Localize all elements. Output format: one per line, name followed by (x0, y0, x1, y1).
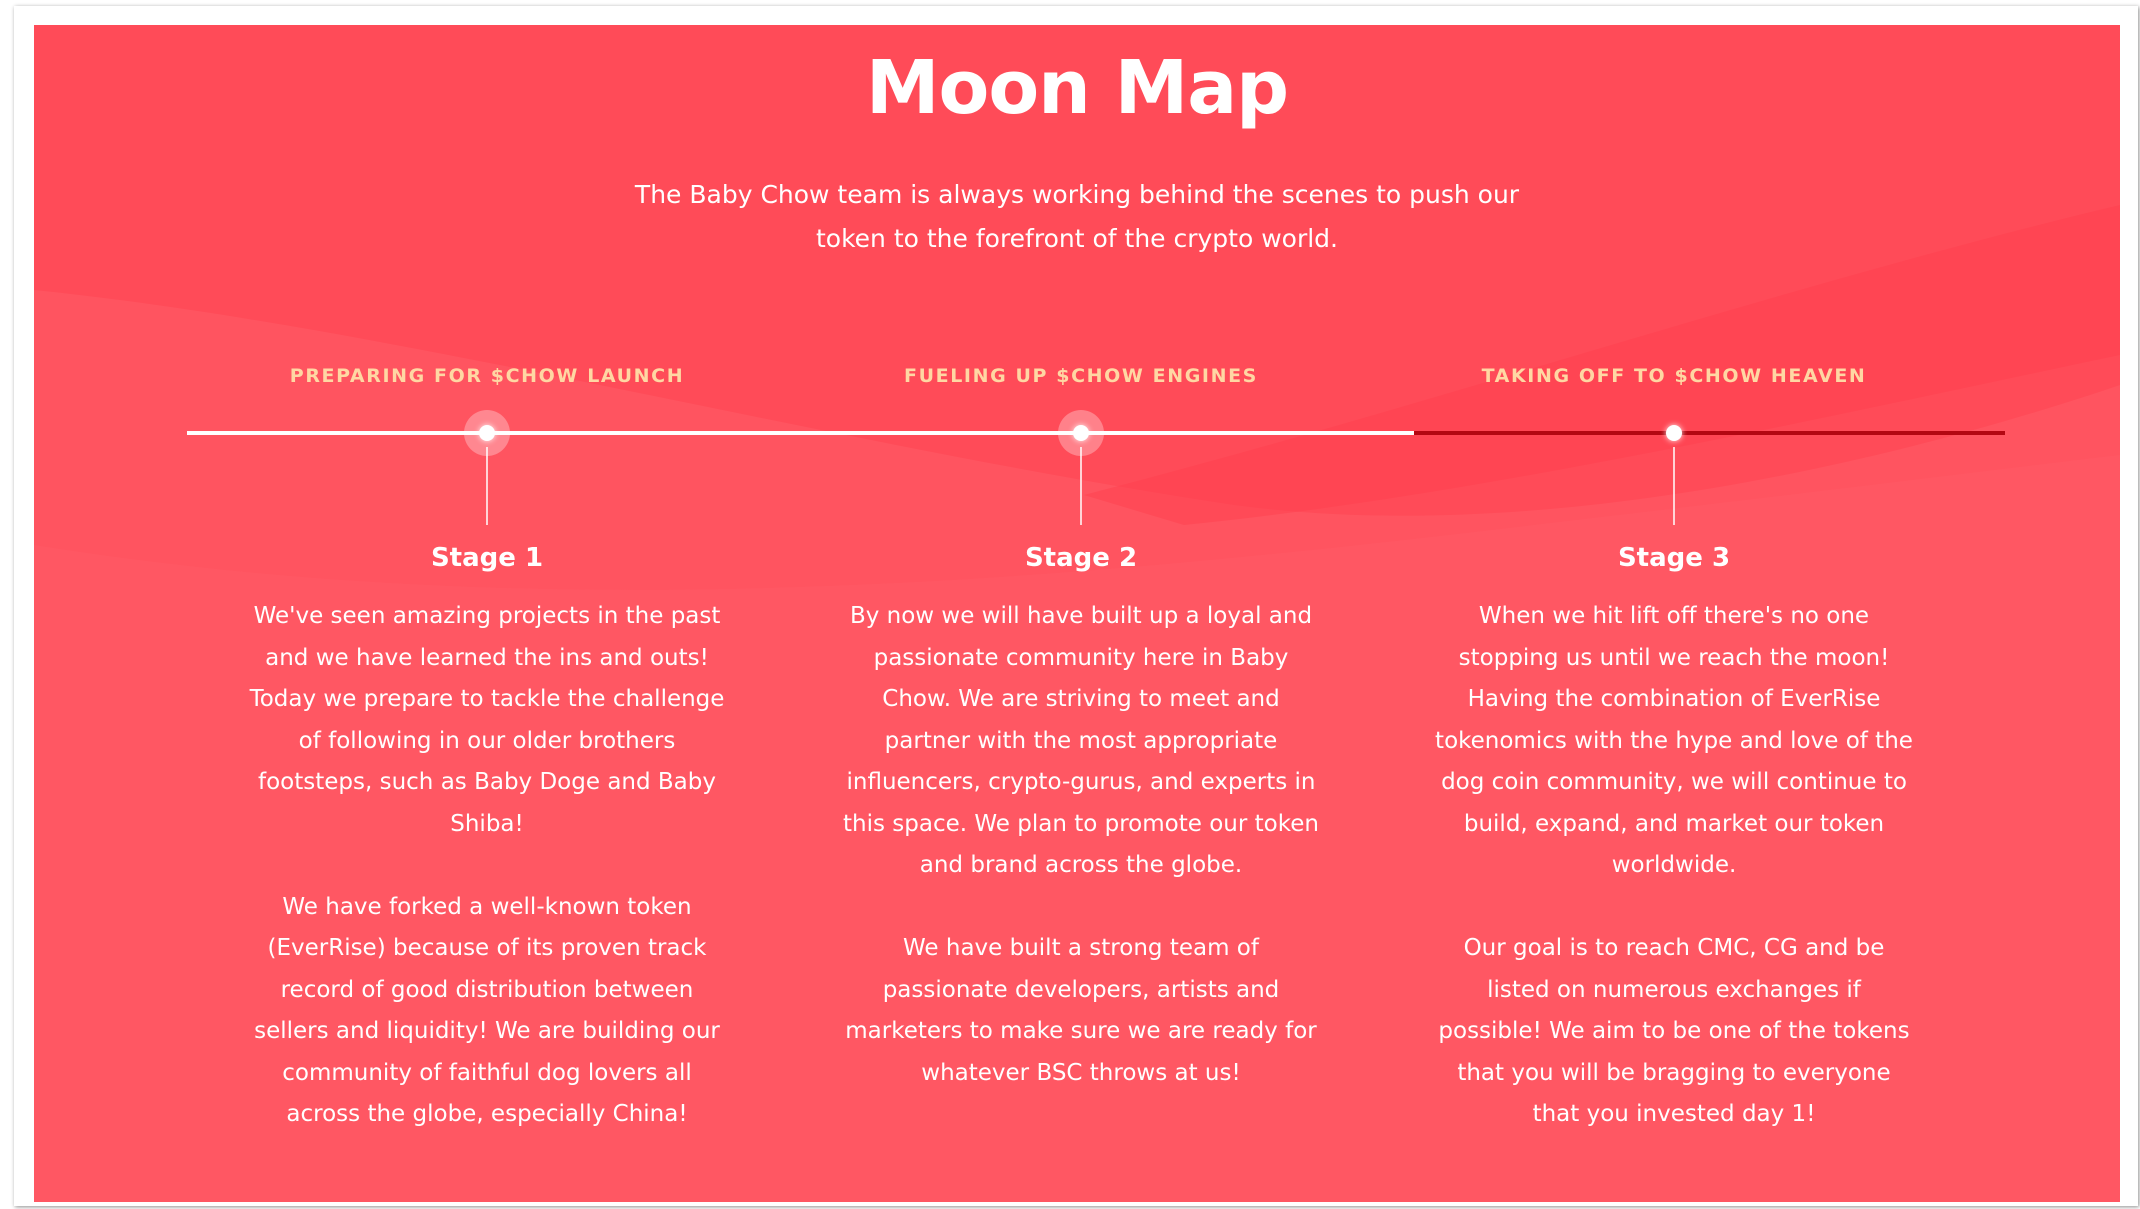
moon-map-section: Moon Map The Baby Chow team is always wo… (34, 25, 2120, 1202)
stage-3-paragraph-2: Our goal is to reach CMC, CG and be list… (1438, 935, 1910, 1127)
timeline-remaining-line (1414, 431, 2005, 435)
stage-3-phase-label: TAKING OFF TO $CHOW HEAVEN (1481, 365, 1867, 387)
stage-1-marker-dot (479, 425, 495, 441)
stage-2-marker-dot (1073, 425, 1089, 441)
stage-3-connector (1673, 447, 1675, 525)
section-subtitle: The Baby Chow team is always working beh… (634, 180, 1520, 253)
stage-1-title: Stage 1 (430, 543, 544, 573)
stage-1: PREPARING FOR $CHOW LAUNCH Stage 1 We've… (247, 365, 727, 1127)
stage-3: TAKING OFF TO $CHOW HEAVEN Stage 3 When … (1434, 365, 1914, 1127)
stage-2-paragraph-2: We have built a strong team of passionat… (845, 935, 1317, 1086)
stage-1-paragraph-2: We have forked a well-known token (EverR… (254, 893, 720, 1128)
stage-1-paragraph-1: We've seen amazing projects in the past … (249, 603, 725, 837)
stage-3-title: Stage 3 (1617, 543, 1731, 573)
stage-2-connector (1080, 447, 1082, 525)
stage-1-phase-label: PREPARING FOR $CHOW LAUNCH (289, 365, 685, 387)
stage-3-marker-dot (1666, 425, 1682, 441)
stage-2-phase-label: FUELING UP $CHOW ENGINES (904, 365, 1258, 387)
stage-2-title: Stage 2 (1024, 543, 1138, 573)
stage-2-description: By now we will have built up a loyal and… (841, 596, 1321, 1094)
stage-1-connector (486, 447, 488, 525)
stage-2: FUELING UP $CHOW ENGINES Stage 2 By now … (841, 365, 1321, 1086)
stage-3-paragraph-1: When we hit lift off there's no one stop… (1435, 603, 1913, 878)
section-title: Moon Map (865, 45, 1289, 131)
stage-1-description: We've seen amazing projects in the past … (247, 596, 727, 1136)
timeline-progress-line (187, 431, 1414, 435)
stage-2-paragraph-1: By now we will have built up a loyal and… (843, 603, 1319, 878)
stage-3-description: When we hit lift off there's no one stop… (1434, 596, 1914, 1136)
